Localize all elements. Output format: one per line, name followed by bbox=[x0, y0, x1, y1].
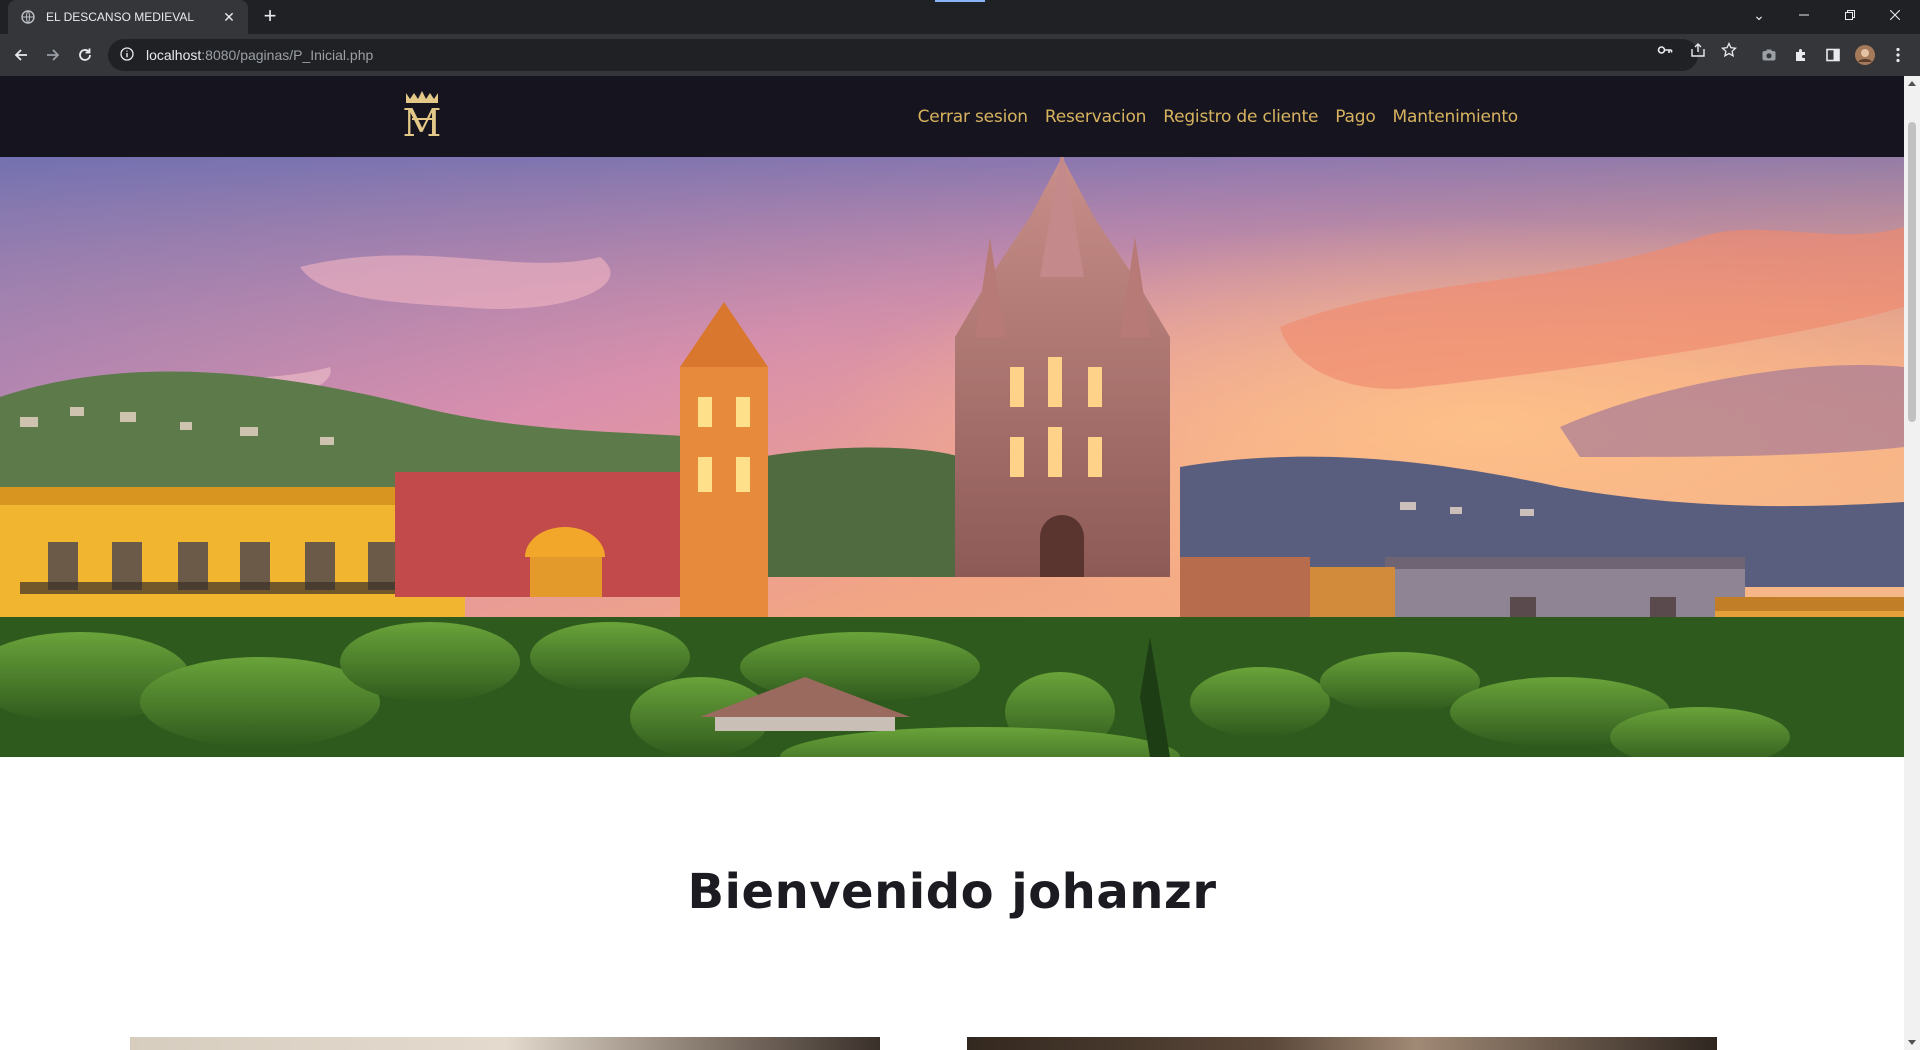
url-path: :8080/paginas/P_Inicial.php bbox=[201, 47, 374, 63]
browser-toolbar: localhost:8080/paginas/P_Inicial.php bbox=[0, 34, 1920, 76]
share-icon[interactable] bbox=[1690, 42, 1706, 58]
key-icon[interactable] bbox=[1657, 42, 1673, 58]
kebab-menu-icon[interactable] bbox=[1888, 45, 1908, 65]
site-logo[interactable]: M bbox=[400, 89, 444, 145]
browser-tab-bar: EL DESCANSO MEDIEVAL ✕ + ⌄ bbox=[0, 0, 1920, 34]
info-icon[interactable] bbox=[120, 47, 136, 63]
sidepanel-icon[interactable] bbox=[1823, 45, 1843, 65]
window-close-icon[interactable] bbox=[1872, 0, 1918, 30]
browser-tab[interactable]: EL DESCANSO MEDIEVAL ✕ bbox=[8, 0, 248, 34]
url-host: localhost bbox=[146, 47, 202, 63]
restore-icon[interactable] bbox=[1827, 0, 1873, 30]
globe-icon bbox=[20, 9, 36, 25]
avatar[interactable] bbox=[1855, 45, 1875, 65]
nav-payment-link[interactable]: Pago bbox=[1335, 107, 1376, 127]
scroll-down-arrow-icon[interactable] bbox=[1908, 1040, 1916, 1045]
hero-image bbox=[0, 157, 1904, 757]
puzzle-icon[interactable] bbox=[1791, 45, 1811, 65]
back-icon[interactable] bbox=[9, 43, 33, 67]
address-bar[interactable]: localhost:8080/paginas/P_Inicial.php bbox=[108, 39, 1698, 71]
camera-icon[interactable] bbox=[1759, 45, 1779, 65]
feature-card-image-right[interactable] bbox=[967, 1037, 1717, 1050]
scroll-up-arrow-icon[interactable] bbox=[1908, 81, 1916, 86]
feature-card-image-left[interactable] bbox=[130, 1037, 880, 1050]
tab-search-icon[interactable]: ⌄ bbox=[1736, 0, 1782, 30]
minimize-icon[interactable] bbox=[1781, 0, 1827, 30]
page-scrollbar[interactable] bbox=[1904, 76, 1920, 1050]
main-nav: Cerrar sesion Reservacion Registro de cl… bbox=[918, 76, 1519, 157]
close-icon[interactable]: ✕ bbox=[220, 9, 238, 26]
tab-indicator bbox=[935, 0, 985, 2]
forward-icon[interactable] bbox=[41, 43, 65, 67]
star-icon[interactable] bbox=[1720, 41, 1738, 58]
logo-monogram: M bbox=[403, 101, 442, 141]
nav-reservation-link[interactable]: Reservacion bbox=[1045, 107, 1147, 127]
welcome-heading: Bienvenido johanzr bbox=[687, 864, 1217, 920]
reload-icon[interactable] bbox=[73, 43, 97, 67]
nav-client-registry-link[interactable]: Registro de cliente bbox=[1163, 107, 1318, 127]
page-viewport: M Cerrar sesion Reservacion Registro de … bbox=[0, 76, 1904, 1050]
scrollbar-thumb[interactable] bbox=[1908, 122, 1916, 422]
nav-maintenance-link[interactable]: Mantenimiento bbox=[1393, 107, 1519, 127]
plus-icon[interactable]: + bbox=[258, 5, 282, 29]
tab-title: EL DESCANSO MEDIEVAL bbox=[46, 10, 195, 24]
nav-logout-link[interactable]: Cerrar sesion bbox=[918, 107, 1028, 127]
site-header: M Cerrar sesion Reservacion Registro de … bbox=[0, 76, 1904, 157]
